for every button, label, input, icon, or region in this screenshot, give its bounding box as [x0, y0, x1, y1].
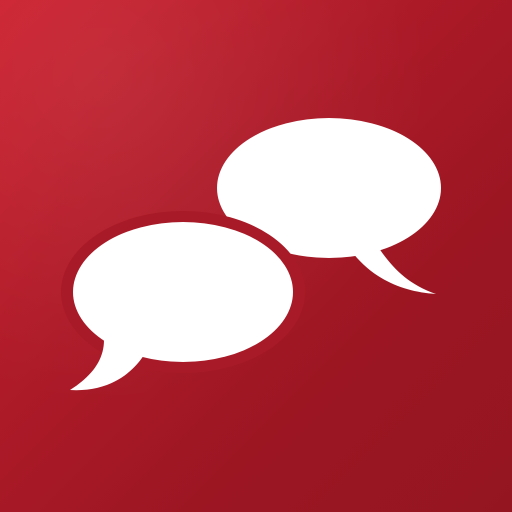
app-icon[interactable]	[0, 0, 512, 512]
speech-bubbles-icon	[61, 118, 441, 391]
